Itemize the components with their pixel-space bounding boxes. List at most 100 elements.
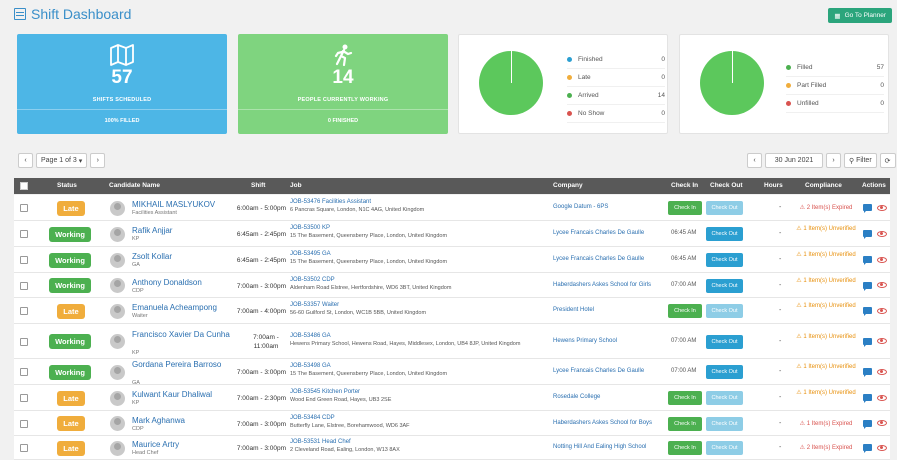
check-out-button[interactable]: Check Out (706, 278, 743, 293)
prev-page-button[interactable]: ‹ (18, 153, 33, 168)
compliance-status[interactable]: ⚠ 1 Item(s) Unverified (790, 363, 862, 371)
check-out-button[interactable]: Check Out (706, 416, 743, 431)
message-icon[interactable] (863, 368, 872, 377)
view-icon[interactable] (877, 230, 887, 237)
view-icon[interactable] (877, 338, 887, 344)
row-checkbox[interactable] (20, 230, 28, 238)
select-all-checkbox[interactable] (20, 182, 28, 190)
check-in-button[interactable]: Check In (668, 201, 702, 215)
candidate-name[interactable]: Francisco Xavier Da Cunha (132, 330, 242, 340)
candidate-name[interactable]: Zsolt Kollar (132, 252, 242, 262)
candidate-name[interactable]: MIKHAIL MASLYUKOV (132, 200, 242, 210)
job-header[interactable]: Job (290, 182, 302, 189)
date-picker[interactable]: 30 Jun 2021 (765, 153, 823, 168)
page-select[interactable]: Page 1 of 3 ▾ (36, 153, 88, 168)
check-out-button[interactable]: Check Out (706, 441, 743, 455)
shift-header[interactable]: Shift (251, 182, 265, 189)
check-out-button[interactable]: Check Out (706, 304, 743, 318)
company-link[interactable]: Notting Hill And Ealing High School (553, 444, 646, 450)
compliance-status[interactable]: ⚠ 1 Item(s) Unverified (790, 389, 862, 397)
status-header[interactable]: Status (57, 182, 77, 189)
check-out-button[interactable]: Check Out (706, 253, 743, 267)
check-out-button[interactable]: Check Out (706, 227, 743, 241)
company-link[interactable]: President Hotel (553, 307, 594, 313)
company-header[interactable]: Company (553, 182, 583, 189)
company-link[interactable]: Lycee Francais Charles De Gaulle (553, 230, 644, 236)
compliance-status[interactable]: ⚠ 1 Item(s) Unverified (790, 251, 862, 259)
compliance-status[interactable]: ⚠ 1 Item(s) Unverified (790, 225, 862, 233)
check-in-button[interactable]: Check In (668, 391, 702, 405)
view-icon[interactable] (877, 420, 887, 426)
candidate-name[interactable]: Gordana Pereira Barroso (132, 360, 242, 370)
job-link[interactable]: JOB-53484 CDP (290, 415, 335, 421)
compliance-status[interactable]: ⚠ 1 Item(s) Expired (790, 420, 862, 428)
company-link[interactable]: Rosedale College (553, 394, 600, 400)
row-checkbox[interactable] (20, 419, 28, 428)
compliance-status[interactable]: ⚠ 2 Item(s) Expired (790, 204, 862, 212)
candidate-name[interactable]: Rafik Anjjar (132, 226, 242, 236)
check-in-button[interactable]: Check In (668, 416, 702, 431)
message-icon[interactable] (863, 419, 872, 429)
check-out-button[interactable]: Check Out (706, 334, 743, 349)
prev-date-button[interactable]: ‹ (747, 153, 762, 168)
company-link[interactable]: Google Datum - 6PS (553, 204, 608, 210)
view-icon[interactable] (877, 282, 887, 288)
next-page-button[interactable]: › (90, 153, 106, 168)
company-link[interactable]: Haberdashers Askes School for Girls (553, 282, 651, 288)
message-icon[interactable] (863, 230, 872, 239)
view-icon[interactable] (877, 444, 887, 451)
view-icon[interactable] (877, 307, 887, 314)
message-icon[interactable] (863, 204, 872, 213)
job-link[interactable]: JOB-53495 GA (290, 251, 331, 257)
check-out-button[interactable]: Check Out (706, 391, 743, 405)
check-out-button[interactable]: Check Out (706, 365, 743, 379)
candidate-name[interactable]: Anthony Donaldson (132, 278, 242, 288)
check-out-button[interactable]: Check Out (706, 201, 743, 215)
view-icon[interactable] (877, 204, 887, 211)
job-link[interactable]: JOB-53500 KP (290, 225, 330, 231)
company-link[interactable]: Lycee Francais Charles De Gaulle (553, 368, 644, 374)
view-icon[interactable] (877, 256, 887, 263)
check-in-button[interactable]: Check In (668, 441, 702, 455)
job-link[interactable]: JOB-53476 Facilities Assistant (290, 199, 371, 205)
refresh-button[interactable]: ⟳ (879, 153, 896, 168)
view-icon[interactable] (877, 368, 887, 375)
check-in-button[interactable]: Check In (668, 304, 702, 318)
compliance-status[interactable]: ⚠ 2 Item(s) Expired (790, 444, 862, 452)
filter-button[interactable]: ⚲ Filter (844, 153, 877, 168)
row-checkbox[interactable] (20, 204, 28, 212)
row-checkbox[interactable] (20, 307, 28, 315)
compliance-status[interactable]: ⚠ 1 Item(s) Unverified (790, 302, 862, 310)
row-checkbox[interactable] (20, 281, 28, 290)
go-to-planner-button[interactable]: ▦ Go To Planner (828, 8, 892, 23)
job-link[interactable]: JOB-53531 Head Chef (290, 439, 351, 445)
message-icon[interactable] (863, 307, 872, 316)
row-checkbox[interactable] (20, 368, 28, 376)
next-date-button[interactable]: › (826, 153, 841, 168)
row-checkbox[interactable] (20, 444, 28, 452)
company-link[interactable]: Haberdashers Askes School for Boys (553, 420, 652, 426)
job-link[interactable]: JOB-53357 Waiter (290, 302, 339, 308)
message-icon[interactable] (863, 394, 872, 403)
compliance-status[interactable]: ⚠ 1 Item(s) Unverified (790, 277, 862, 285)
candidate-name[interactable]: Maurice Artry (132, 440, 242, 450)
company-link[interactable]: Hewens Primary School (553, 338, 617, 344)
candidate-name[interactable]: Mark Aghanwa (132, 416, 242, 426)
job-link[interactable]: JOB-53498 GA (290, 363, 331, 369)
row-checkbox[interactable] (20, 394, 28, 402)
job-link[interactable]: JOB-53486 GA (290, 333, 331, 339)
compliance-status[interactable]: ⚠ 1 Item(s) Unverified (790, 333, 862, 341)
view-icon[interactable] (877, 394, 887, 401)
job-link[interactable]: JOB-53545 Kitchen Porter (290, 389, 360, 395)
job-link[interactable]: JOB-53502 CDP (290, 277, 335, 283)
row-checkbox[interactable] (20, 337, 28, 346)
message-icon[interactable] (863, 281, 872, 291)
candidate-header[interactable]: Candidate Name (109, 182, 160, 189)
message-icon[interactable] (863, 256, 872, 265)
candidate-name[interactable]: Emanuela Acheampong (132, 303, 242, 313)
row-checkbox[interactable] (20, 256, 28, 264)
message-icon[interactable] (863, 444, 872, 453)
company-link[interactable]: Lycee Francais Charles De Gaulle (553, 256, 644, 262)
candidate-name[interactable]: Kulwant Kaur Dhaliwal (132, 390, 242, 400)
message-icon[interactable] (863, 337, 872, 347)
